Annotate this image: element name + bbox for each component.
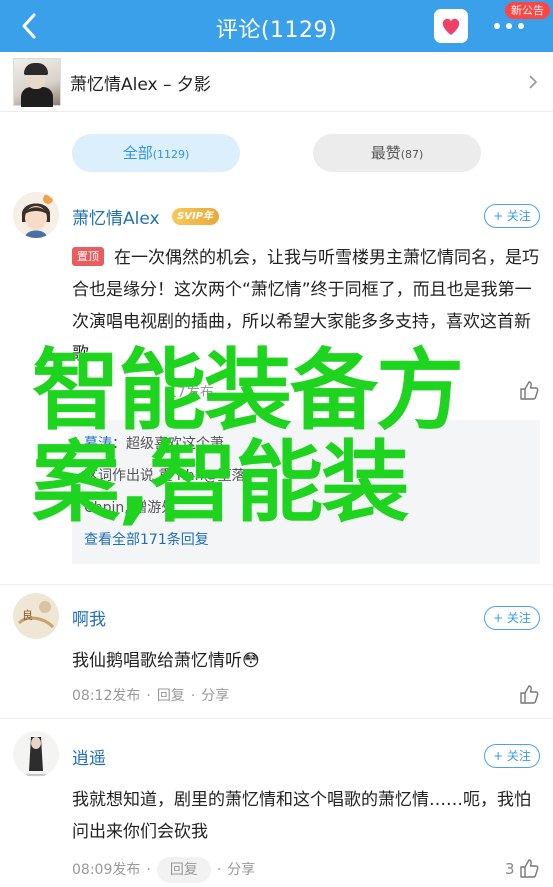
view-all-replies-link[interactable]: 查看全部171条回复 (84, 530, 209, 550)
reply-text: 超级喜欢这个萧 (126, 436, 224, 452)
share-button[interactable]: 分享 (201, 688, 229, 704)
comment-item: 萧忆情Alex SVIP年 + 关注 置顶 在一次偶然的机会，让我与听雪楼男主萧忆… (0, 184, 553, 584)
tab-all[interactable]: 全部(1129) (72, 134, 240, 172)
tab-all-label: 全部 (122, 144, 153, 162)
like-count: 3 (505, 860, 515, 878)
comment-meta: 08:12发布 · 回复 · 分享 (72, 688, 230, 704)
tab-all-count: (1129) (152, 148, 190, 161)
reply-text: Chpin, 赠游处… (84, 500, 190, 516)
favorite-heart-icon[interactable] (434, 9, 468, 43)
tab-hot-label: 最赞 (370, 144, 401, 162)
follow-button[interactable]: + 关注 (484, 204, 540, 228)
comment-time: 17发布 (168, 385, 214, 401)
announcement-badge[interactable]: 新公告 (505, 2, 550, 19)
reply-button[interactable]: 回复 (157, 688, 185, 704)
comment-text: 我就想知道，剧里的萧忆情和这个唱歌的萧忆情……呃，我怕问出来你们会砍我 (72, 790, 531, 842)
tab-most-liked[interactable]: 最赞(87) (313, 134, 481, 172)
reply-line: Chpin, 赠游处… (84, 498, 189, 518)
top-bar: 评论(1129) 新公告 (0, 0, 553, 52)
song-title: 萧忆情Alex – 夕影 (70, 75, 211, 95)
song-info-row[interactable]: 萧忆情Alex – 夕影 (0, 52, 553, 112)
avatar[interactable] (13, 731, 59, 777)
username[interactable]: 逍遥 (72, 744, 106, 769)
comment-body: 在一次偶然的机会，让我与听雪楼男主萧忆情同名，是巧合也是缘分！这次两个“萧忆情”… (72, 248, 539, 364)
avatar[interactable] (13, 192, 59, 238)
follow-button[interactable]: + 关注 (484, 744, 540, 768)
page-title: 评论(1129) (215, 18, 338, 43)
svip-level: 年 (203, 211, 213, 222)
share-button[interactable]: 分享 (227, 862, 255, 878)
comment-item: 良 啊我 + 关注 我仙鹅唱歌给萧忆情听😳 08:12发布 · 回复 · 分享 (0, 585, 553, 717)
reply-button[interactable]: 回复 (156, 857, 211, 883)
svg-text:良: 良 (22, 608, 33, 622)
comment-time: 08:12发布 (72, 688, 141, 704)
reply-preview[interactable]: 慕涛：超级喜欢这个萧 这词作出说 重 hhh@堕落 Chpin, 赠游处… 查看… (72, 420, 540, 564)
thumbs-up-icon[interactable] (518, 683, 540, 705)
tab-hot-count: (87) (400, 148, 424, 161)
sort-tabs: 全部(1129) 最赞(87) (0, 112, 553, 184)
comment-text: 我仙鹅唱歌给萧忆情听😳 (72, 651, 260, 671)
svip-label: SVIP (177, 211, 203, 222)
pinned-tag: 置顶 (72, 247, 104, 266)
reply-username: 慕涛 (84, 436, 112, 452)
thumbs-up-icon[interactable] (518, 379, 540, 401)
comment-item: 逍遥 + 关注 我就想知道，剧里的萧忆情和这个唱歌的萧忆情……呃，我怕问出来你们… (0, 719, 553, 887)
svip-badge: SVIP年 (172, 208, 219, 225)
album-cover (13, 58, 61, 107)
follow-button[interactable]: + 关注 (484, 606, 540, 630)
thumbs-up-icon[interactable] (518, 857, 540, 879)
username[interactable]: 萧忆情Alex (72, 204, 160, 229)
comment-text: 置顶 在一次偶然的机会，让我与听雪楼男主萧忆情同名，是巧合也是缘分！这次两个“萧忆… (72, 242, 542, 370)
comment-time: 08:09发布 (72, 862, 141, 878)
reply-line: 这词作出说 重 hhh@堕落 (84, 466, 246, 486)
reply-text: 这词作出说 重 hhh@堕落 (84, 468, 246, 484)
reply-line: 慕涛：超级喜欢这个萧 (84, 436, 224, 452)
comment-meta: 08:09发布 · 回复 · 分享 (72, 857, 255, 883)
comment-meta: 17发布 (72, 382, 214, 402)
avatar[interactable]: 良 (13, 593, 59, 639)
username[interactable]: 啊我 (72, 605, 106, 630)
chevron-right-icon (526, 74, 540, 90)
